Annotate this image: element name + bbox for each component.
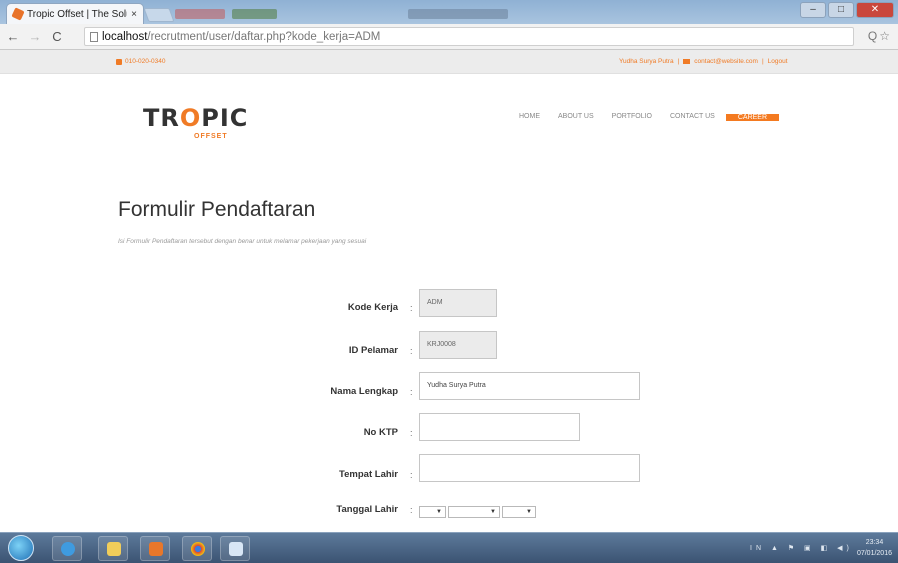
system-tray-icons[interactable]: IN ▲ ⚑ ▣ ◧ ◀) [750, 544, 853, 552]
close-window-button[interactable]: ✕ [856, 2, 894, 18]
zoom-bookmark-icons[interactable]: Q☆ [868, 29, 892, 43]
nav-about-us[interactable]: ABOUT US [549, 104, 603, 130]
logo-text: TR [143, 104, 180, 132]
page-subtitle: Isi Formulir Pendaftaran tersebut dengan… [118, 238, 367, 245]
form-row-nama-lengkap: Nama Lengkap : Yudha Surya Putra [0, 372, 898, 400]
month-select[interactable]: ▼ [448, 506, 500, 518]
clock-date: 07/01/2016 [856, 550, 892, 557]
tab-title: Tropic Offset | The Solutio [27, 8, 127, 20]
media-icon [149, 542, 163, 556]
address-toolbar: ← → C localhost /recrutment/user/daftar.… [0, 24, 898, 50]
taskbar-app[interactable] [220, 536, 250, 561]
logout-link[interactable]: Logout [768, 58, 788, 65]
email-link[interactable]: contact@website.com [694, 58, 758, 65]
browser-tab[interactable]: Tropic Offset | The Solutio × [6, 3, 144, 24]
maximize-button[interactable]: □ [828, 2, 854, 18]
logo-text: PIC [201, 104, 249, 132]
clock[interactable]: 23:34 07/01/2016 [857, 537, 892, 559]
chevron-down-icon: ▼ [526, 509, 532, 515]
nav-home[interactable]: HOME [510, 104, 549, 130]
main-nav: HOME ABOUT US PORTFOLIO CONTACT US CAREE… [510, 104, 780, 130]
form-row-kode-kerja: Kode Kerja : ADM [0, 289, 898, 317]
chrome-icon [191, 542, 205, 556]
blurred-window-title [408, 9, 508, 19]
page-icon [90, 31, 98, 42]
id-pelamar-field: KRJ0008 [419, 331, 497, 359]
logo-o: O [179, 104, 202, 132]
colon: : [410, 428, 413, 438]
back-icon[interactable]: ← [4, 29, 22, 44]
blurred-tab [232, 9, 277, 19]
blurred-tab [175, 9, 225, 19]
id-pelamar-label: ID Pelamar [348, 345, 398, 356]
year-select[interactable]: ▼ [502, 506, 536, 518]
app-icon [229, 542, 243, 556]
taskbar-explorer[interactable] [98, 536, 128, 561]
favicon-icon [11, 7, 25, 21]
user-name-link[interactable]: Yudha Surya Putra [619, 58, 674, 65]
folder-icon [107, 542, 121, 556]
form-row-no-ktp: No KTP : [0, 413, 898, 441]
forward-icon[interactable]: → [26, 29, 44, 44]
nama-lengkap-label: Nama Lengkap [330, 386, 398, 397]
logo-subtext: OFFSET [194, 133, 228, 140]
nav-career[interactable]: CAREER [725, 113, 780, 121]
mail-icon [683, 59, 691, 64]
colon: : [410, 387, 413, 397]
url-host: localhost [102, 30, 148, 43]
url-path: /recrutment/user/daftar.php?kode_kerja=A… [147, 30, 381, 43]
reload-icon[interactable]: C [48, 29, 66, 44]
window-controls: – □ ✕ [800, 2, 894, 18]
kode-kerja-label: Kode Kerja [347, 302, 398, 313]
phone-contact: 010-020-0340 [116, 58, 165, 65]
clock-time: 23:34 [865, 539, 884, 546]
nama-lengkap-input[interactable]: Yudha Surya Putra [419, 372, 640, 400]
no-ktp-input[interactable] [419, 413, 580, 441]
day-select[interactable]: ▼ [419, 506, 446, 518]
start-button[interactable] [8, 535, 34, 561]
form-row-tempat-lahir: Tempat Lahir : [0, 454, 898, 482]
minimize-button[interactable]: – [800, 2, 826, 18]
nav-contact-us[interactable]: CONTACT US [661, 104, 724, 130]
taskbar-ie[interactable] [52, 536, 82, 561]
new-tab-button[interactable] [143, 8, 175, 22]
chevron-down-icon: ▼ [490, 509, 496, 515]
tanggal-lahir-label: Tanggal Lahir [336, 504, 398, 515]
kode-kerja-field: ADM [419, 289, 497, 317]
tanggal-lahir-selects: ▼ ▼ ▼ [419, 506, 536, 518]
no-ktp-label: No KTP [363, 427, 398, 438]
phone-icon [116, 58, 122, 65]
taskbar-chrome[interactable] [182, 536, 212, 561]
colon: : [410, 505, 413, 515]
url-input[interactable]: localhost /recrutment/user/daftar.php?ko… [84, 27, 854, 46]
windows-taskbar: IN ▲ ⚑ ▣ ◧ ◀) 23:34 07/01/2016 [0, 532, 898, 563]
chevron-down-icon: ▼ [436, 509, 442, 515]
browser-titlebar: Tropic Offset | The Solutio × – □ ✕ [0, 0, 898, 24]
tempat-lahir-input[interactable] [419, 454, 640, 482]
tab-close-icon[interactable]: × [131, 9, 143, 20]
separator: | [677, 58, 680, 65]
separator: | [761, 58, 764, 65]
nav-portfolio[interactable]: PORTFOLIO [603, 104, 661, 130]
taskbar-media[interactable] [140, 536, 170, 561]
form-row-id-pelamar: ID Pelamar : KRJ0008 [0, 331, 898, 359]
site-logo[interactable]: TROPIC [143, 104, 248, 132]
top-info-strip: 010-020-0340 Yudha Surya Putra | contact… [0, 50, 898, 74]
colon: : [410, 346, 413, 356]
page-title: Formulir Pendaftaran [118, 198, 316, 221]
colon: : [410, 303, 413, 313]
tempat-lahir-label: Tempat Lahir [339, 469, 398, 480]
colon: : [410, 470, 413, 480]
ie-icon [61, 542, 75, 556]
phone-number: 010-020-0340 [125, 58, 166, 65]
user-links: Yudha Surya Putra | contact@website.com … [619, 58, 788, 65]
